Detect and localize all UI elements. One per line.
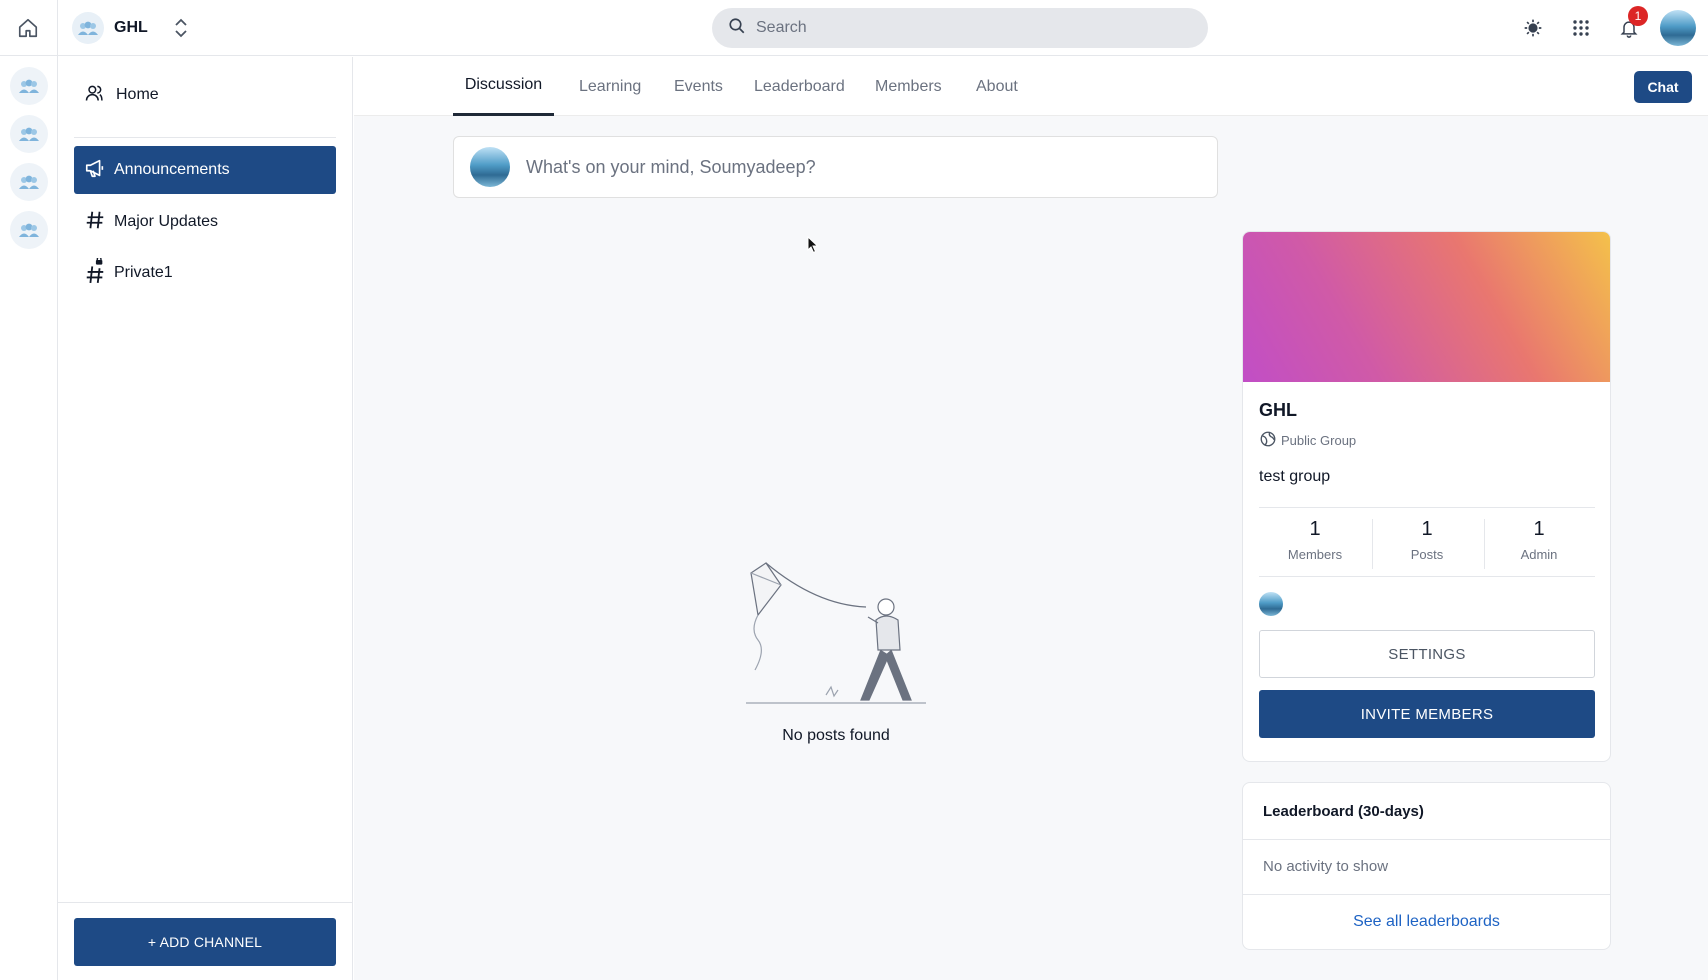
tab-learning[interactable]: Learning bbox=[579, 57, 641, 116]
divider bbox=[1243, 894, 1610, 895]
leaderboard-card: Leaderboard (30-days) No activity to sho… bbox=[1242, 782, 1611, 950]
main-content: Discussion Learning Events Leaderboard M… bbox=[354, 57, 1708, 980]
composer-avatar bbox=[470, 147, 510, 187]
channel-announcements[interactable]: Announcements bbox=[74, 146, 336, 194]
member-avatar[interactable] bbox=[1259, 592, 1283, 616]
see-all-leaderboards-link[interactable]: See all leaderboards bbox=[1243, 913, 1610, 931]
add-channel-button[interactable]: + ADD CHANNEL bbox=[74, 918, 336, 966]
search-bar[interactable] bbox=[712, 8, 1208, 48]
stat-label: Posts bbox=[1410, 547, 1444, 562]
tab-discussion[interactable]: Discussion bbox=[453, 57, 554, 116]
stat-posts: 1 Posts bbox=[1371, 514, 1483, 570]
divider bbox=[1243, 839, 1610, 840]
invite-members-button[interactable]: INVITE MEMBERS bbox=[1259, 690, 1595, 738]
channel-label: Announcements bbox=[114, 161, 230, 178]
leaderboard-empty-text: No activity to show bbox=[1263, 858, 1389, 875]
stat-members: 1 Members bbox=[1259, 514, 1371, 570]
stat-value: 1 bbox=[1421, 518, 1433, 540]
stat-admin: 1 Admin bbox=[1483, 514, 1595, 570]
group-type: Public Group bbox=[1259, 430, 1356, 451]
home-icon[interactable] bbox=[14, 14, 42, 42]
globe-icon bbox=[1259, 430, 1277, 451]
notification-badge: 1 bbox=[1628, 6, 1648, 26]
megaphone-icon bbox=[84, 157, 106, 184]
rail-group-avatar[interactable] bbox=[10, 163, 48, 201]
rail-group-avatar[interactable] bbox=[10, 67, 48, 105]
apps-grid-icon[interactable] bbox=[1567, 8, 1595, 48]
divider bbox=[58, 902, 352, 903]
app-root: GHL 1 bbox=[0, 0, 1708, 980]
group-title: GHL bbox=[1259, 400, 1297, 420]
group-type-label: Public Group bbox=[1281, 433, 1357, 448]
rail-group-avatar[interactable] bbox=[10, 115, 48, 153]
group-avatar bbox=[72, 12, 104, 44]
sidebar-item-home[interactable]: Home bbox=[84, 77, 159, 113]
stat-value: 1 bbox=[1309, 518, 1321, 540]
tabs-bar: Discussion Learning Events Leaderboard M… bbox=[354, 57, 1708, 116]
theme-toggle-sun-icon[interactable] bbox=[1519, 8, 1547, 48]
group-name: GHL bbox=[114, 19, 148, 36]
mouse-cursor-icon bbox=[807, 235, 819, 259]
divider bbox=[1259, 576, 1595, 577]
user-avatar[interactable] bbox=[1660, 10, 1696, 46]
sidebar-item-label: Home bbox=[116, 86, 159, 103]
group-info-card: GHL Public Group test group 1 Members 1 … bbox=[1242, 231, 1611, 762]
channel-label: Private1 bbox=[114, 264, 173, 281]
stat-label: Members bbox=[1287, 547, 1343, 562]
channel-major-updates[interactable]: Major Updates bbox=[74, 198, 336, 246]
user-icon bbox=[84, 83, 104, 108]
kite-illustration bbox=[736, 545, 936, 705]
tab-members[interactable]: Members bbox=[875, 57, 942, 116]
private-hash-icon bbox=[84, 256, 106, 289]
stat-value: 1 bbox=[1533, 518, 1545, 540]
composer-placeholder: What's on your mind, Soumyadeep? bbox=[526, 156, 816, 177]
channel-label: Major Updates bbox=[114, 213, 219, 230]
divider bbox=[74, 137, 336, 138]
group-cover-image bbox=[1243, 232, 1610, 382]
channel-sidebar: Home Announcements Major Updates Private… bbox=[58, 57, 353, 980]
divider bbox=[1259, 507, 1595, 508]
stat-label: Admin bbox=[1520, 547, 1558, 562]
empty-state-text: No posts found bbox=[782, 727, 890, 744]
search-icon bbox=[728, 17, 746, 40]
leaderboard-title: Leaderboard (30-days) bbox=[1263, 803, 1424, 820]
settings-button[interactable]: SETTINGS bbox=[1259, 630, 1595, 678]
tab-events[interactable]: Events bbox=[674, 57, 723, 116]
chat-button[interactable]: Chat bbox=[1634, 71, 1692, 103]
search-input[interactable] bbox=[756, 19, 1176, 37]
top-bar: GHL 1 bbox=[0, 0, 1708, 56]
tab-leaderboard[interactable]: Leaderboard bbox=[754, 57, 845, 116]
tab-about[interactable]: About bbox=[976, 57, 1018, 116]
channel-private1[interactable]: Private1 bbox=[74, 249, 336, 297]
post-composer[interactable]: What's on your mind, Soumyadeep? bbox=[453, 136, 1218, 198]
group-description: test group bbox=[1259, 468, 1331, 485]
hash-icon bbox=[84, 209, 106, 236]
chevron-up-down-icon[interactable] bbox=[174, 18, 188, 38]
group-switcher[interactable]: GHL bbox=[72, 10, 188, 46]
rail-group-avatar[interactable] bbox=[10, 211, 48, 249]
